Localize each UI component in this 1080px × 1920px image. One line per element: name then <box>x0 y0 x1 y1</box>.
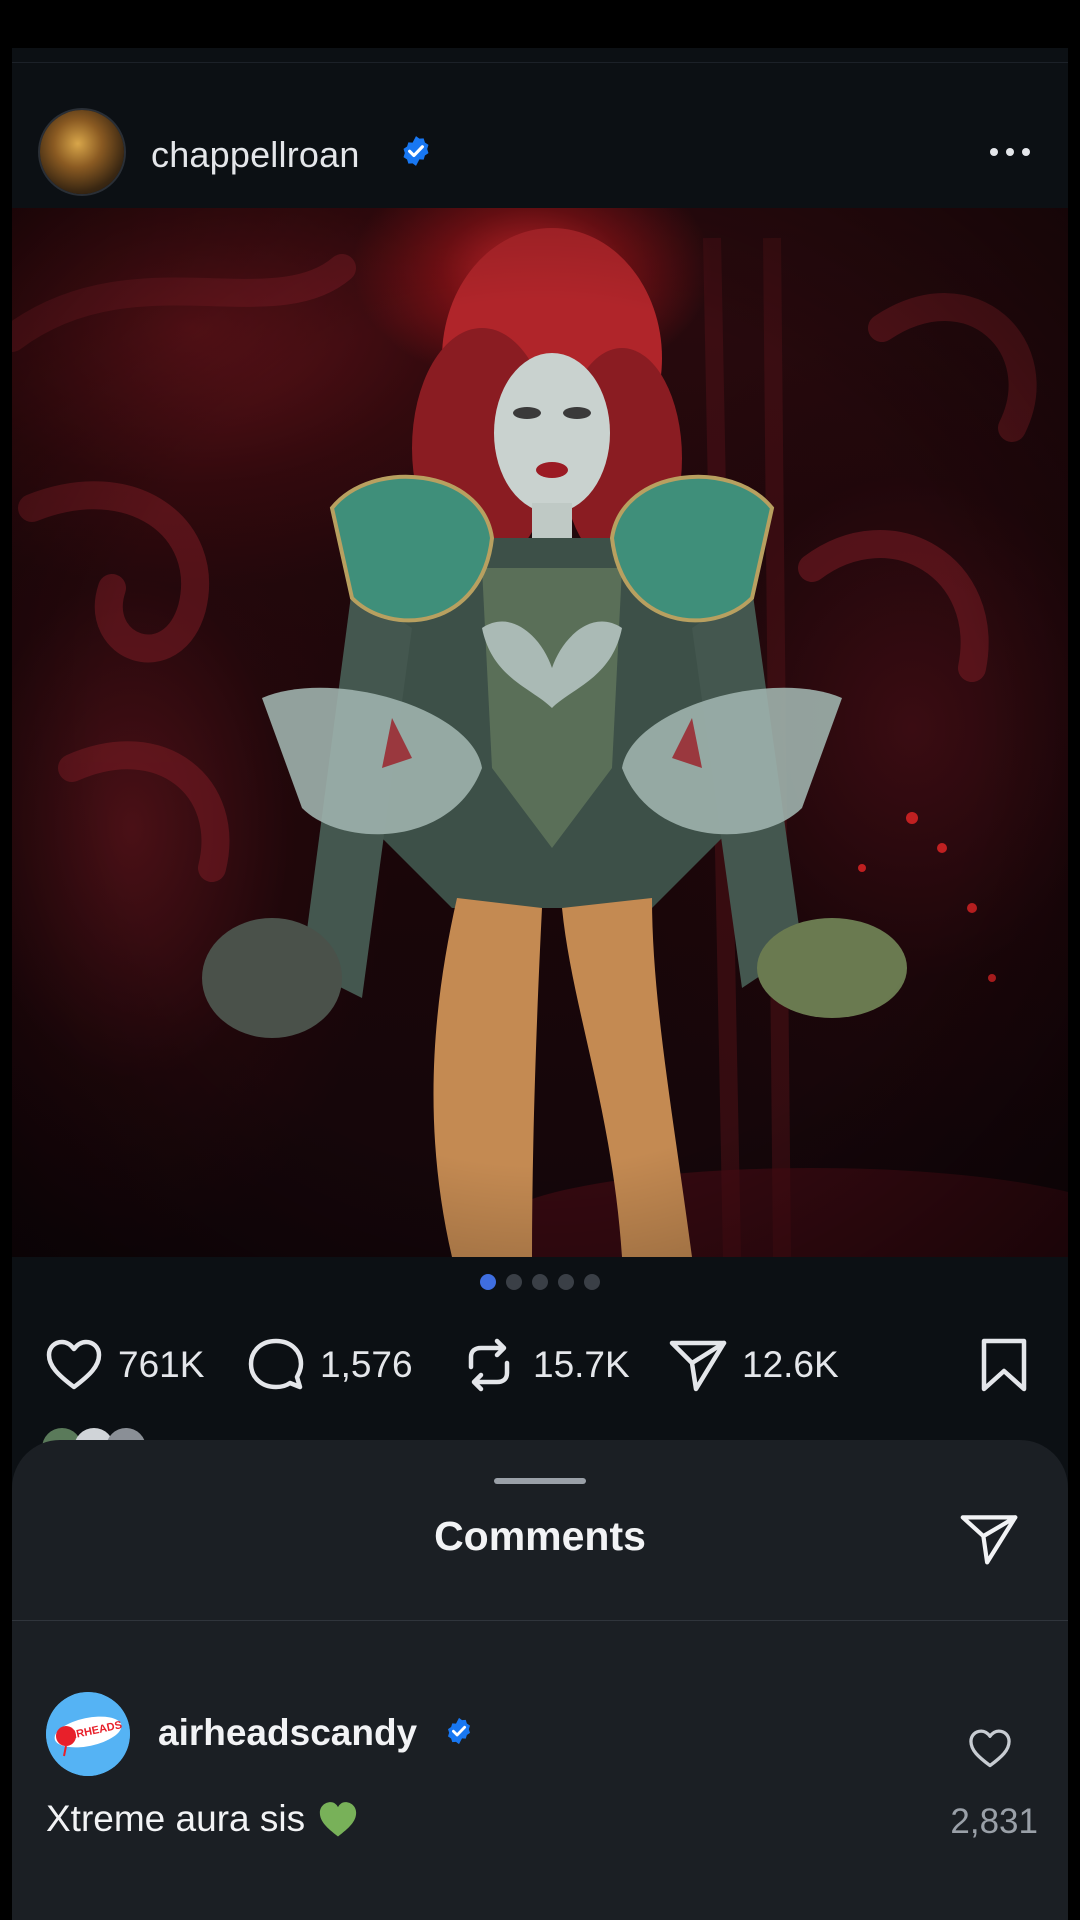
carousel-dot-3[interactable] <box>532 1274 548 1290</box>
carousel-dot-4[interactable] <box>558 1274 574 1290</box>
paper-plane-icon[interactable] <box>958 1508 1020 1568</box>
airheads-logo: AIRHEADS <box>46 1692 130 1776</box>
commenter-username[interactable]: airheadscandy <box>158 1712 417 1754</box>
carousel-dot-2[interactable] <box>506 1274 522 1290</box>
repost-icon <box>468 1338 510 1392</box>
save-button[interactable] <box>972 1330 1036 1400</box>
post-photo-illustration <box>12 208 1068 1257</box>
comment-like-count: 2,831 <box>950 1802 1038 1841</box>
post-header: chappellroan <box>12 64 1068 208</box>
share-button[interactable]: 12.6K <box>666 1330 839 1400</box>
sheet-grabber[interactable] <box>494 1478 586 1484</box>
like-count: 761K <box>118 1344 205 1385</box>
verified-badge-icon <box>448 1717 470 1745</box>
repost-button[interactable]: 15.7K <box>457 1330 630 1400</box>
sheet-title: Comments <box>434 1513 646 1559</box>
repost-count: 15.7K <box>533 1344 630 1385</box>
commenter-avatar[interactable]: AIRHEADS <box>46 1692 130 1776</box>
bookmark-icon <box>981 1338 1027 1392</box>
post-photo[interactable] <box>12 208 1068 1257</box>
comment-heart-icon[interactable] <box>966 1726 1014 1770</box>
paper-plane-icon <box>669 1340 727 1392</box>
comment-count: 1,576 <box>320 1344 413 1385</box>
comments-sheet: Comments AIRHEADS airheadscandy Xtreme a… <box>12 1440 1068 1920</box>
comment-button[interactable]: 1,576 <box>244 1330 413 1400</box>
like-button[interactable]: 761K <box>42 1330 204 1400</box>
carousel-dot-1[interactable] <box>480 1274 496 1290</box>
carousel-indicator <box>12 1274 1068 1294</box>
app-frame: chappellroan 761K 1,576 15.7K 12.6K Comm… <box>12 48 1068 1920</box>
more-horizontal-icon[interactable] <box>988 142 1032 162</box>
author-avatar[interactable] <box>40 110 124 194</box>
post-action-bar: 761K 1,576 15.7K 12.6K <box>12 1330 1068 1400</box>
green-heart-icon <box>319 1802 357 1837</box>
top-divider <box>12 62 1068 63</box>
comment-text: Xtreme aura sis <box>46 1798 306 1839</box>
verified-badge-icon <box>403 136 429 166</box>
author-username[interactable]: chappellroan <box>151 134 360 176</box>
share-count: 12.6K <box>742 1344 839 1385</box>
carousel-dot-5[interactable] <box>584 1274 600 1290</box>
heart-icon <box>46 1339 102 1390</box>
comment-bubble-icon <box>248 1338 304 1390</box>
sheet-divider <box>12 1620 1068 1621</box>
